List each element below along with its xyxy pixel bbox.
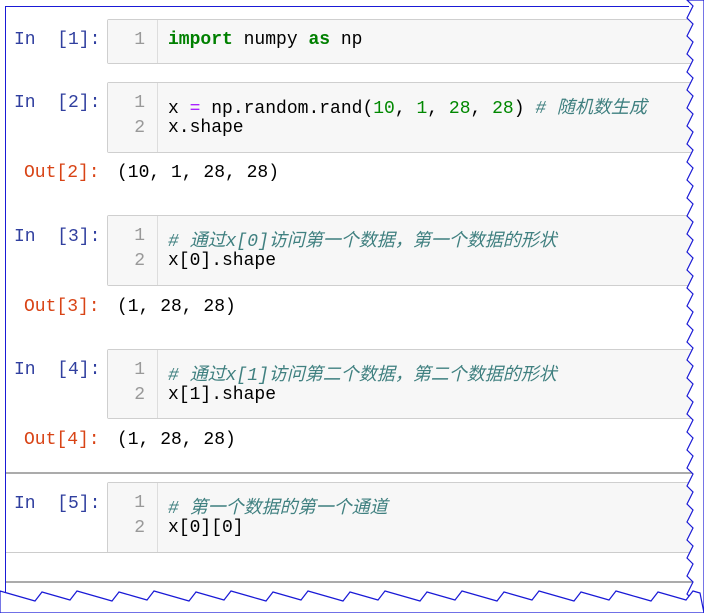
code-line[interactable]: import numpy as np [168, 30, 362, 50]
operator: = [189, 99, 201, 119]
input-prompt-5: In [5]: [14, 494, 101, 514]
code-cell-3[interactable]: 1 2 # 通过x[0]访问第一个数据，第一个数据的形状 x[0].shape [107, 215, 704, 286]
number: 1 [416, 99, 428, 119]
input-prompt-2: In [2]: [14, 93, 101, 113]
line-number-gutter: 1 2 [108, 83, 158, 152]
input-prompt-1: In [1]: [14, 30, 101, 50]
cell-bottom-border [6, 552, 696, 553]
code-cell-1[interactable]: 1 import numpy as np [107, 19, 704, 64]
output-text-4: (1, 28, 28) [117, 430, 236, 450]
number: 28 [492, 99, 514, 119]
code-cell-4[interactable]: 1 2 # 通过x[1]访问第二个数据，第二个数据的形状 x[1].shape [107, 349, 704, 419]
code-text: ) [513, 99, 536, 119]
code-cell-5[interactable]: 1 2 # 第一个数据的第一个通道 x[0][0] [107, 482, 704, 553]
line-number: 2 [134, 118, 145, 138]
torn-edge-bottom [0, 590, 704, 613]
code-text: np.random.rand( [200, 99, 374, 119]
keyword: as [308, 30, 331, 50]
line-number: 1 [134, 360, 145, 380]
line-number-gutter: 1 2 [108, 216, 158, 285]
comma: , [470, 99, 493, 119]
code-cell-2[interactable]: 1 2 x = np.random.rand(10, 1, 28, 28) # … [107, 82, 704, 153]
line-number: 2 [134, 385, 145, 405]
number: 10 [373, 99, 395, 119]
line-number-gutter: 1 2 [108, 483, 158, 552]
code-line[interactable]: x.shape [168, 118, 244, 138]
input-prompt-4: In [4]: [14, 360, 101, 380]
comment-line[interactable]: # 第一个数据的第一个通道 [168, 493, 388, 519]
code-line[interactable]: x[1].shape [168, 385, 276, 405]
output-prompt-4: Out[4]: [24, 430, 100, 450]
comment-line[interactable]: # 通过x[0]访问第一个数据，第一个数据的形状 [168, 226, 557, 252]
line-number: 2 [134, 251, 145, 271]
line-number-gutter: 1 2 [108, 350, 158, 418]
notebook-screenshot: In [1]: 1 import numpy as np In [2]: 1 2… [0, 0, 704, 613]
code-line[interactable]: x[0][0] [168, 518, 244, 538]
comment: # 随机数生成 [535, 99, 647, 119]
module-name: numpy [232, 30, 309, 50]
comment-line[interactable]: # 通过x[1]访问第二个数据，第二个数据的形状 [168, 360, 557, 386]
code-line[interactable]: x = np.random.rand(10, 1, 28, 28) # 随机数生… [168, 93, 647, 119]
line-number-gutter: 1 [108, 20, 158, 63]
alias: np [330, 30, 363, 50]
input-prompt-3: In [3]: [14, 227, 101, 247]
output-text-2: (10, 1, 28, 28) [117, 163, 280, 183]
output-text-3: (1, 28, 28) [117, 297, 236, 317]
keyword: import [168, 30, 233, 50]
comma: , [394, 99, 417, 119]
torn-edge-right [686, 0, 704, 613]
number: 28 [448, 99, 471, 119]
line-number: 1 [134, 93, 145, 113]
code-line[interactable]: x[0].shape [168, 251, 276, 271]
comma: , [427, 99, 449, 119]
line-number: 1 [134, 30, 145, 50]
line-number: 2 [134, 518, 145, 538]
output-prompt-3: Out[3]: [24, 297, 100, 317]
line-number: 1 [134, 226, 145, 246]
code-text: x [168, 99, 190, 119]
cell-selection-border [6, 472, 696, 474]
output-prompt-2: Out[2]: [24, 163, 100, 183]
line-number: 1 [134, 493, 145, 513]
